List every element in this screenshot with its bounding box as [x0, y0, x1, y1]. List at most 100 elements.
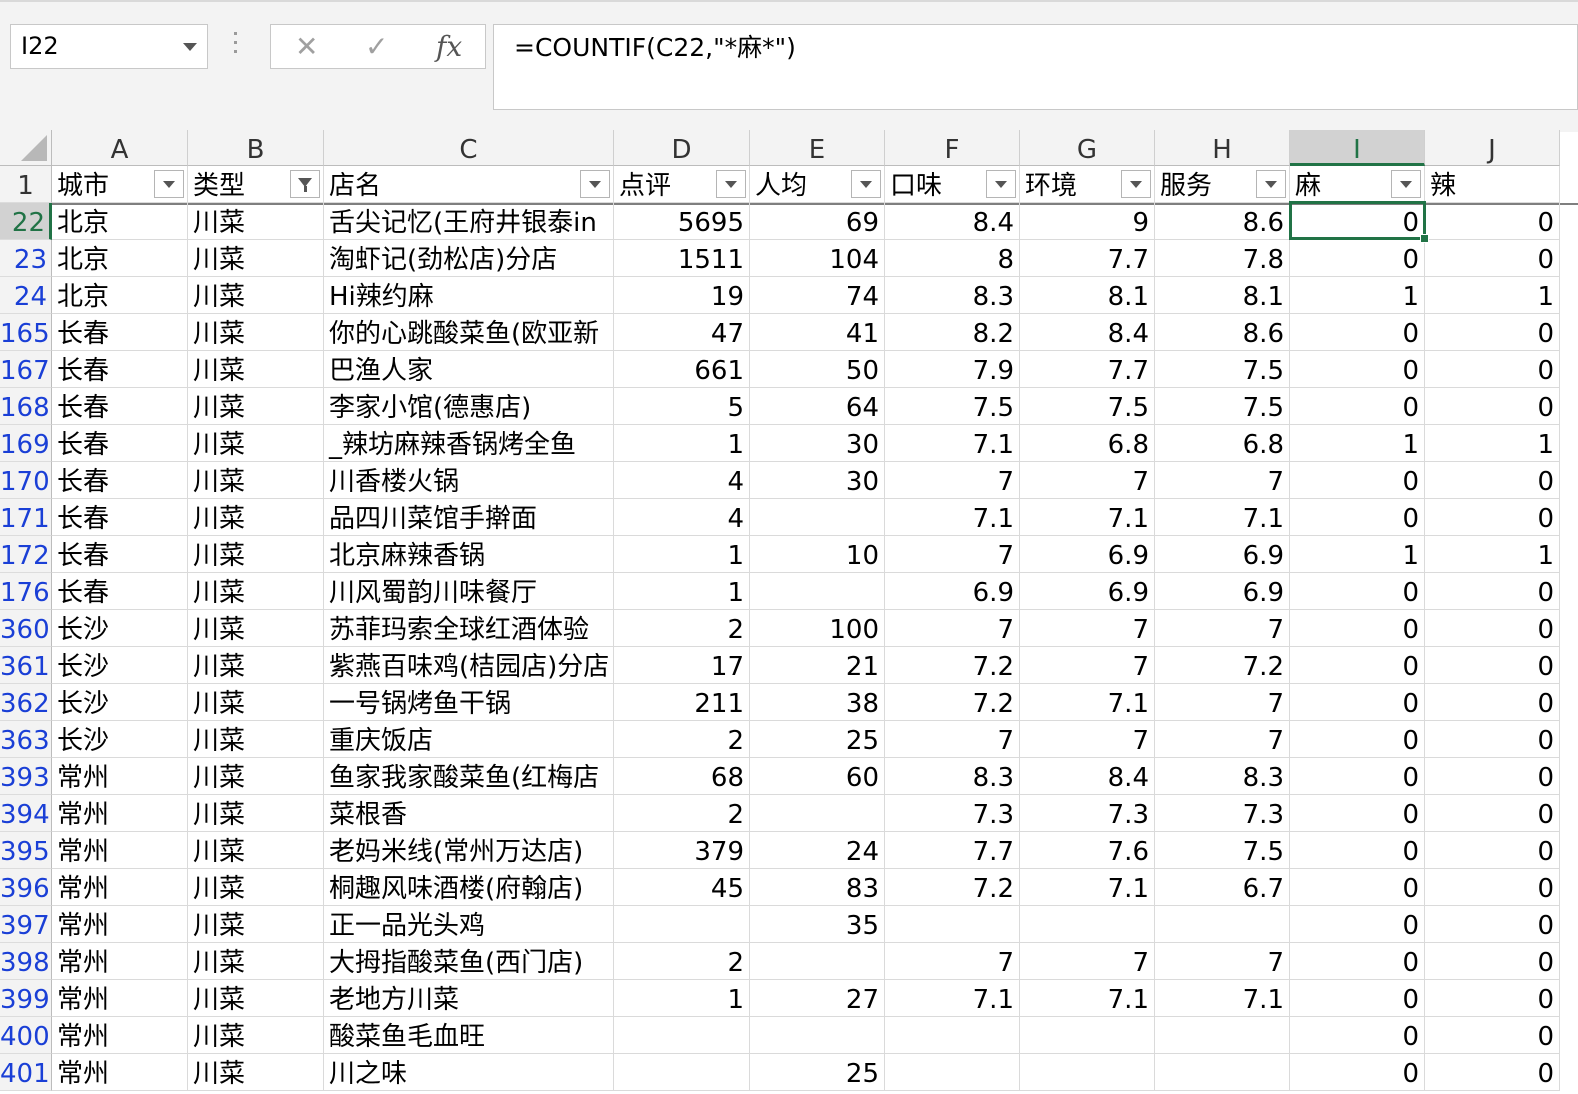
- cell-b[interactable]: 川菜: [188, 647, 324, 684]
- cell-i[interactable]: 0: [1290, 610, 1425, 647]
- cell-f[interactable]: [885, 1054, 1020, 1091]
- filter-dropdown-icon[interactable]: [1256, 170, 1286, 198]
- cell-f[interactable]: 7.5: [885, 388, 1020, 425]
- cell-g[interactable]: 8.1: [1020, 277, 1155, 314]
- cell-h[interactable]: 7.1: [1155, 980, 1290, 1017]
- cell-j[interactable]: 0: [1425, 906, 1560, 943]
- cell-g[interactable]: [1020, 1054, 1155, 1091]
- cell-f[interactable]: 7: [885, 721, 1020, 758]
- cell-a[interactable]: 长春: [52, 499, 188, 536]
- row-number[interactable]: 400: [0, 1017, 52, 1054]
- cell-c[interactable]: 重庆饭店: [324, 721, 614, 758]
- cell-h[interactable]: 7: [1155, 721, 1290, 758]
- row-number[interactable]: 393: [0, 758, 52, 795]
- cell-g[interactable]: 7.1: [1020, 869, 1155, 906]
- cell-a[interactable]: 长沙: [52, 721, 188, 758]
- cell-h[interactable]: 8.3: [1155, 758, 1290, 795]
- cell-a[interactable]: 常州: [52, 795, 188, 832]
- cell-a[interactable]: 常州: [52, 869, 188, 906]
- cell-c[interactable]: 紫燕百味鸡(桔园店)分店: [324, 647, 614, 684]
- cell-c[interactable]: 品四川菜馆手擀面: [324, 499, 614, 536]
- cell-f[interactable]: 7.2: [885, 647, 1020, 684]
- cell-a[interactable]: 北京: [52, 240, 188, 277]
- select-all-corner[interactable]: [0, 130, 52, 166]
- cell-a[interactable]: 常州: [52, 1017, 188, 1054]
- cell-j[interactable]: 0: [1425, 499, 1560, 536]
- cell-b[interactable]: 川菜: [188, 795, 324, 832]
- cell-i[interactable]: 0: [1290, 1017, 1425, 1054]
- filter-dropdown-icon[interactable]: [154, 170, 184, 198]
- cell-d[interactable]: 211: [614, 684, 750, 721]
- column-header-b[interactable]: B: [188, 130, 324, 166]
- filter-dropdown-icon[interactable]: [580, 170, 610, 198]
- cell-e[interactable]: 69: [750, 203, 885, 240]
- cell-j[interactable]: 0: [1425, 388, 1560, 425]
- cell-b[interactable]: 川菜: [188, 832, 324, 869]
- cell-g[interactable]: 8.4: [1020, 314, 1155, 351]
- cell-i[interactable]: 0: [1290, 721, 1425, 758]
- cell-i[interactable]: 0: [1290, 684, 1425, 721]
- cell-h[interactable]: 6.9: [1155, 536, 1290, 573]
- cell-d[interactable]: 5: [614, 388, 750, 425]
- cell-c[interactable]: 苏菲玛索全球红酒体验: [324, 610, 614, 647]
- cell-c[interactable]: 桐趣风味酒楼(府翰店): [324, 869, 614, 906]
- cell-d[interactable]: 5695: [614, 203, 750, 240]
- cell-h[interactable]: 7.8: [1155, 240, 1290, 277]
- cell-e[interactable]: 38: [750, 684, 885, 721]
- cell-f[interactable]: 7.9: [885, 351, 1020, 388]
- cell-d[interactable]: 17: [614, 647, 750, 684]
- cell-h[interactable]: 8.6: [1155, 203, 1290, 240]
- cell-j[interactable]: 1: [1425, 536, 1560, 573]
- cell-g[interactable]: 7: [1020, 647, 1155, 684]
- cell-g[interactable]: 7: [1020, 721, 1155, 758]
- column-header-j[interactable]: J: [1425, 130, 1560, 166]
- cell-j[interactable]: 0: [1425, 1017, 1560, 1054]
- filter-active-icon[interactable]: [290, 170, 320, 198]
- cell-d[interactable]: 2: [614, 721, 750, 758]
- cell-b[interactable]: 川菜: [188, 943, 324, 980]
- cell-i[interactable]: 0: [1290, 314, 1425, 351]
- cell-b[interactable]: 川菜: [188, 980, 324, 1017]
- cell-b[interactable]: 川菜: [188, 536, 324, 573]
- cell-i[interactable]: 0: [1290, 388, 1425, 425]
- cell-a[interactable]: 北京: [52, 277, 188, 314]
- row-number[interactable]: 22: [0, 203, 52, 240]
- cell-b[interactable]: 川菜: [188, 203, 324, 240]
- row-number[interactable]: 399: [0, 980, 52, 1017]
- cell-j[interactable]: 0: [1425, 869, 1560, 906]
- cell-g[interactable]: [1020, 906, 1155, 943]
- cell-d[interactable]: 45: [614, 869, 750, 906]
- cell-i[interactable]: 0: [1290, 462, 1425, 499]
- cell-a[interactable]: 长春: [52, 536, 188, 573]
- cell-b[interactable]: 川菜: [188, 721, 324, 758]
- cell-b[interactable]: 川菜: [188, 684, 324, 721]
- column-header-e[interactable]: E: [750, 130, 885, 166]
- cell-f[interactable]: 7.1: [885, 499, 1020, 536]
- function-icon[interactable]: fx: [436, 25, 462, 68]
- cell-d[interactable]: 661: [614, 351, 750, 388]
- cell-j[interactable]: 0: [1425, 573, 1560, 610]
- cell-h[interactable]: 6.9: [1155, 573, 1290, 610]
- row-number[interactable]: 169: [0, 425, 52, 462]
- cell-g[interactable]: 7.7: [1020, 240, 1155, 277]
- cell-b[interactable]: 川菜: [188, 610, 324, 647]
- row-number[interactable]: 360: [0, 610, 52, 647]
- cell-i[interactable]: 0: [1290, 906, 1425, 943]
- cell-e[interactable]: [750, 499, 885, 536]
- cell-c[interactable]: 北京麻辣香锅: [324, 536, 614, 573]
- cell-c[interactable]: 你的心跳酸菜鱼(欧亚新: [324, 314, 614, 351]
- cell-g[interactable]: 7: [1020, 462, 1155, 499]
- filter-dropdown-icon[interactable]: [716, 170, 746, 198]
- cell-a[interactable]: 长春: [52, 314, 188, 351]
- cell-b[interactable]: 川菜: [188, 573, 324, 610]
- cell-e[interactable]: [750, 795, 885, 832]
- cell-c[interactable]: 老妈米线(常州万达店): [324, 832, 614, 869]
- cell-e[interactable]: 24: [750, 832, 885, 869]
- cell-e[interactable]: 104: [750, 240, 885, 277]
- cell-g[interactable]: 7.1: [1020, 684, 1155, 721]
- cell-c[interactable]: 川之味: [324, 1054, 614, 1091]
- cell-b[interactable]: 川菜: [188, 462, 324, 499]
- cell-i[interactable]: 0: [1290, 240, 1425, 277]
- row-number[interactable]: 171: [0, 499, 52, 536]
- cell-h[interactable]: 7.5: [1155, 388, 1290, 425]
